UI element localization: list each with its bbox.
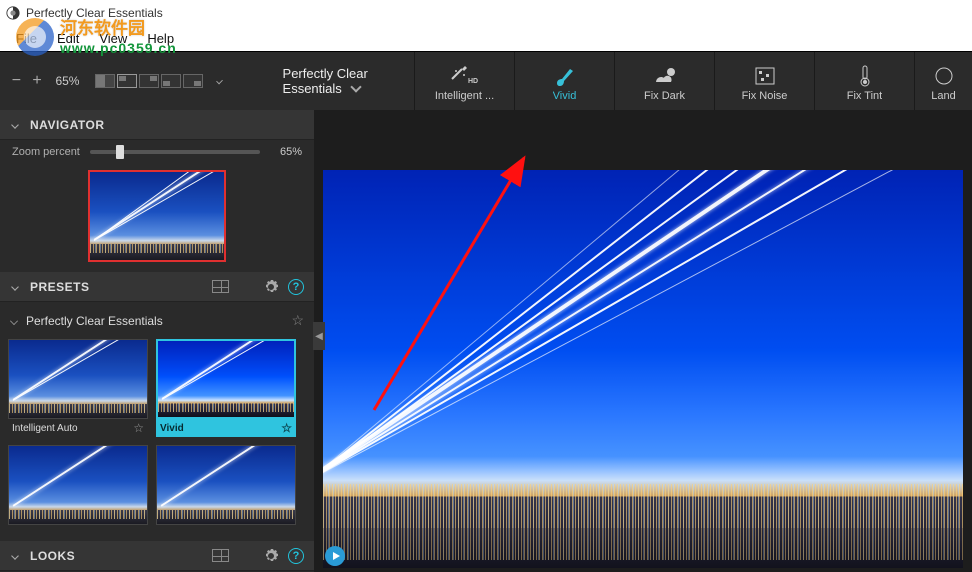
navigator-thumbnail[interactable]: [88, 170, 226, 262]
menu-help[interactable]: Help: [137, 31, 184, 46]
view-grid-button[interactable]: [212, 549, 229, 562]
cloud-sun-icon: [651, 64, 679, 88]
zoom-in-button[interactable]: +: [31, 72, 44, 90]
toolbar-zoom-menu-chevron[interactable]: [217, 78, 224, 85]
thermometer-icon: [858, 64, 872, 88]
app-icon: [6, 6, 20, 20]
menu-view[interactable]: View: [89, 31, 137, 46]
presets-title: PRESETS: [30, 280, 212, 294]
top-toolbar: − + 65% Perfectly Clear Essentials HD In…: [0, 51, 972, 110]
preset-tab-fixtint[interactable]: Fix Tint: [814, 52, 914, 110]
noise-icon: [754, 64, 776, 88]
svg-text:HD: HD: [468, 78, 478, 85]
looks-help-button[interactable]: ?: [288, 548, 304, 564]
view-grid-button[interactable]: [212, 280, 229, 293]
image-canvas[interactable]: [314, 110, 972, 572]
sidebar-collapse-handle[interactable]: ◀: [313, 322, 325, 350]
presets-help-button[interactable]: ?: [288, 279, 304, 295]
window-titlebar: Perfectly Clear Essentials: [0, 0, 972, 26]
star-icon[interactable]: ☆: [281, 421, 292, 435]
compare-mode-buttons: [95, 74, 203, 88]
looks-title: LOOKS: [30, 549, 212, 563]
looks-panel-header[interactable]: LOOKS ?: [0, 541, 314, 571]
navigator-title: NAVIGATOR: [30, 118, 304, 132]
menu-edit[interactable]: Edit: [47, 31, 89, 46]
chevron-down-icon: [10, 317, 18, 325]
menubar: File Edit View Help: [0, 26, 972, 51]
compare-pip-tl-button[interactable]: [117, 74, 137, 88]
zoom-slider[interactable]: [90, 150, 260, 154]
looks-settings-button[interactable]: [262, 548, 280, 564]
view-list-button[interactable]: [237, 280, 254, 293]
preset-collection-dropdown[interactable]: Perfectly Clear Essentials: [283, 66, 400, 96]
compare-pip-br-button[interactable]: [183, 74, 203, 88]
preset-tab-fixdark[interactable]: Fix Dark: [614, 52, 714, 110]
preset-tab-fixnoise[interactable]: Fix Noise: [714, 52, 814, 110]
preview-image: [323, 170, 963, 568]
toolbar-zoom-value: 65%: [55, 74, 79, 88]
presets-panel-header[interactable]: PRESETS ?: [0, 272, 314, 302]
preset-tab-vivid[interactable]: Vivid: [514, 52, 614, 110]
preset-tab-land[interactable]: Land: [914, 52, 972, 110]
zoom-percent-value: 65%: [268, 146, 302, 158]
preset-tab-intelligent[interactable]: HD Intelligent ...: [414, 52, 514, 110]
preset-thumb-vivid[interactable]: Vivid☆: [156, 339, 296, 437]
zoom-out-button[interactable]: −: [10, 72, 23, 90]
preset-thumb-intelligent[interactable]: Intelligent Auto☆: [8, 339, 148, 437]
menu-file[interactable]: File: [6, 31, 47, 46]
chevron-down-icon: [11, 552, 19, 560]
star-icon[interactable]: ☆: [291, 312, 304, 329]
chevron-down-icon: [11, 283, 19, 291]
gear-icon: [263, 279, 279, 295]
preset-group-name: Perfectly Clear Essentials: [26, 314, 163, 328]
preset-tabs-bar: HD Intelligent ... Vivid Fix Dark Fix No…: [414, 52, 972, 110]
navigator-panel-header[interactable]: NAVIGATOR: [0, 110, 314, 140]
compare-side-button[interactable]: [95, 74, 115, 88]
gear-icon: [263, 548, 279, 564]
window-title: Perfectly Clear Essentials: [26, 6, 163, 20]
brush-icon: [553, 64, 577, 88]
view-list-button[interactable]: [237, 549, 254, 562]
compare-pip-bl-button[interactable]: [161, 74, 181, 88]
wand-hd-icon: HD: [450, 64, 480, 88]
play-icon[interactable]: [325, 546, 345, 566]
zoom-percent-label: Zoom percent: [12, 146, 80, 158]
preset-group-header[interactable]: Perfectly Clear Essentials ☆: [6, 306, 308, 335]
preset-thumb-3[interactable]: [8, 445, 148, 525]
left-sidebar: NAVIGATOR Zoom percent 65% PRESETS: [0, 110, 314, 572]
presets-settings-button[interactable]: [262, 279, 280, 295]
landscape-icon: [934, 64, 954, 88]
star-icon[interactable]: ☆: [133, 421, 144, 435]
compare-pip-tr-button[interactable]: [139, 74, 159, 88]
preset-thumb-4[interactable]: [156, 445, 296, 525]
chevron-down-icon: [11, 121, 19, 129]
